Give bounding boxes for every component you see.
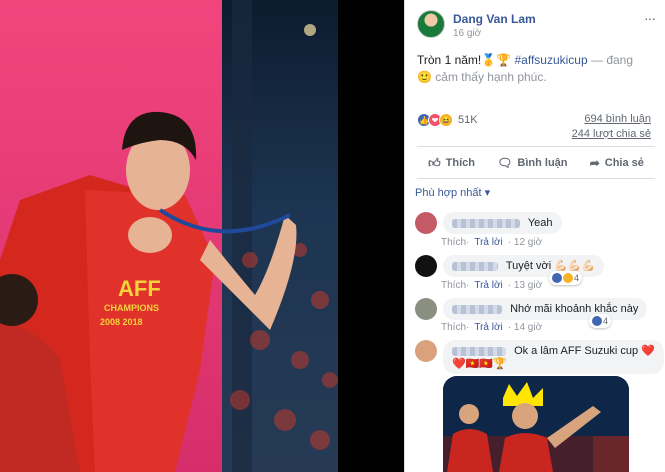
comment-icon: 🗨︎ bbox=[497, 156, 513, 170]
comment-meta: Thích· Trả lời · 12 giờ bbox=[441, 237, 543, 248]
share-icon: ➦ bbox=[589, 156, 600, 170]
comment-time[interactable]: 12 giờ bbox=[514, 237, 542, 248]
commenter-avatar[interactable] bbox=[415, 298, 437, 320]
comment-photo[interactable] bbox=[443, 376, 629, 472]
share-count-link[interactable]: 244 lượt chia sẻ bbox=[572, 127, 651, 142]
comment-time[interactable]: 13 giờ bbox=[514, 280, 542, 291]
comment-reply-link[interactable]: Trả lời bbox=[474, 322, 502, 333]
shirt-text: CHAMPIONS bbox=[104, 303, 159, 313]
comment-label: Bình luận bbox=[517, 157, 568, 169]
thumbs-up-icon: 👍︎ bbox=[428, 155, 441, 170]
shirt-year: 2008 2018 bbox=[100, 317, 143, 327]
blurred-commenter-name bbox=[452, 261, 498, 271]
comment-reply-link[interactable]: Trả lời bbox=[474, 237, 502, 248]
post-photo[interactable]: AFF CHAMPIONS 2008 2018 bbox=[0, 0, 404, 472]
reaction-summary[interactable]: 👍 ❤ 😆 51K bbox=[417, 112, 478, 128]
like-reaction-icon bbox=[552, 273, 562, 283]
comment-photo-illustration bbox=[443, 376, 629, 472]
post-stats: 694 bình luận 244 lượt chia sẻ bbox=[572, 112, 651, 142]
comment-sort-dropdown[interactable]: Phù hợp nhất ▾ bbox=[415, 186, 490, 199]
author-name[interactable]: Dang Van Lam bbox=[453, 12, 536, 26]
divider bbox=[417, 146, 655, 147]
comment-like-link[interactable]: Thích bbox=[441, 322, 466, 333]
hashtag-link[interactable]: #affsuzukicup bbox=[514, 53, 587, 67]
blurred-commenter-name bbox=[452, 346, 506, 356]
action-bar: 👍︎ Thích 🗨︎ Bình luận ➦ Chia sẻ bbox=[417, 150, 655, 176]
share-label: Chia sẻ bbox=[604, 157, 644, 169]
comment-reaction-count: 4 bbox=[574, 273, 580, 283]
comment-like-link[interactable]: Thích bbox=[441, 280, 466, 291]
comment-count-link[interactable]: 694 bình luận bbox=[572, 112, 651, 127]
blurred-commenter-name bbox=[452, 218, 520, 228]
comment-button[interactable]: 🗨︎ Bình luận bbox=[497, 156, 567, 170]
comment-text: Nhớ mãi khoảnh khắc này bbox=[510, 303, 639, 315]
post-panel: Dang Van Lam 16 giờ ··· Tròn 1 năm!🥇🏆 #a… bbox=[404, 0, 665, 472]
comment-reaction-count: 4 bbox=[603, 316, 609, 326]
shirt-logo: AFF bbox=[118, 276, 161, 301]
author-avatar[interactable] bbox=[417, 10, 445, 38]
like-label: Thích bbox=[445, 157, 475, 169]
comment-meta: Thích· Trả lời · 13 giờ bbox=[441, 280, 543, 291]
comment-bubble: Ok a lâm AFF Suzuki cup ❤️ ❤️🇻🇳🇻🇳🏆 bbox=[443, 340, 664, 374]
reaction-count: 51K bbox=[458, 114, 478, 126]
more-options-icon[interactable]: ··· bbox=[644, 10, 656, 26]
comment-bubble: Nhớ mãi khoảnh khắc này bbox=[443, 298, 648, 320]
post-caption: Tròn 1 năm!🥇🏆 #affsuzukicup — đang 🙂 cảm… bbox=[417, 52, 647, 86]
commenter-avatar[interactable] bbox=[415, 255, 437, 277]
comment-meta: Thích· Trả lời · 14 giờ bbox=[441, 322, 543, 333]
comment-reaction-badge[interactable]: 4 bbox=[549, 271, 583, 285]
comment-time[interactable]: 14 giờ bbox=[514, 322, 542, 333]
comment-text: Yeah bbox=[527, 217, 553, 229]
comment-reply-link[interactable]: Trả lời bbox=[474, 280, 502, 291]
caption-text: Tròn 1 năm!🥇🏆 bbox=[417, 53, 512, 67]
comment-bubble: Yeah bbox=[443, 212, 562, 234]
like-button[interactable]: 👍︎ Thích bbox=[428, 156, 475, 171]
photo-illustration: AFF CHAMPIONS 2008 2018 bbox=[0, 0, 404, 472]
post-time[interactable]: 16 giờ bbox=[453, 28, 481, 39]
share-button[interactable]: ➦ Chia sẻ bbox=[590, 156, 644, 170]
comment-text: Tuyệt vời 💪🏻💪🏻💪🏻 bbox=[505, 260, 596, 272]
comment-text: Ok a lâm AFF Suzuki cup ❤️ bbox=[514, 345, 655, 357]
haha-reaction-icon: 😆 bbox=[439, 113, 453, 127]
comment-text-line2: ❤️🇻🇳🇻🇳🏆 bbox=[452, 358, 507, 370]
commenter-avatar[interactable] bbox=[415, 212, 437, 234]
like-reaction-icon bbox=[592, 316, 602, 326]
commenter-avatar[interactable] bbox=[415, 340, 437, 362]
haha-reaction-icon bbox=[563, 273, 573, 283]
comment-reaction-badge[interactable]: 4 bbox=[589, 314, 612, 328]
blurred-commenter-name bbox=[452, 304, 502, 314]
comment-like-link[interactable]: Thích bbox=[441, 237, 466, 248]
divider bbox=[417, 178, 655, 179]
post-header: Dang Van Lam 16 giờ ··· bbox=[417, 10, 656, 42]
